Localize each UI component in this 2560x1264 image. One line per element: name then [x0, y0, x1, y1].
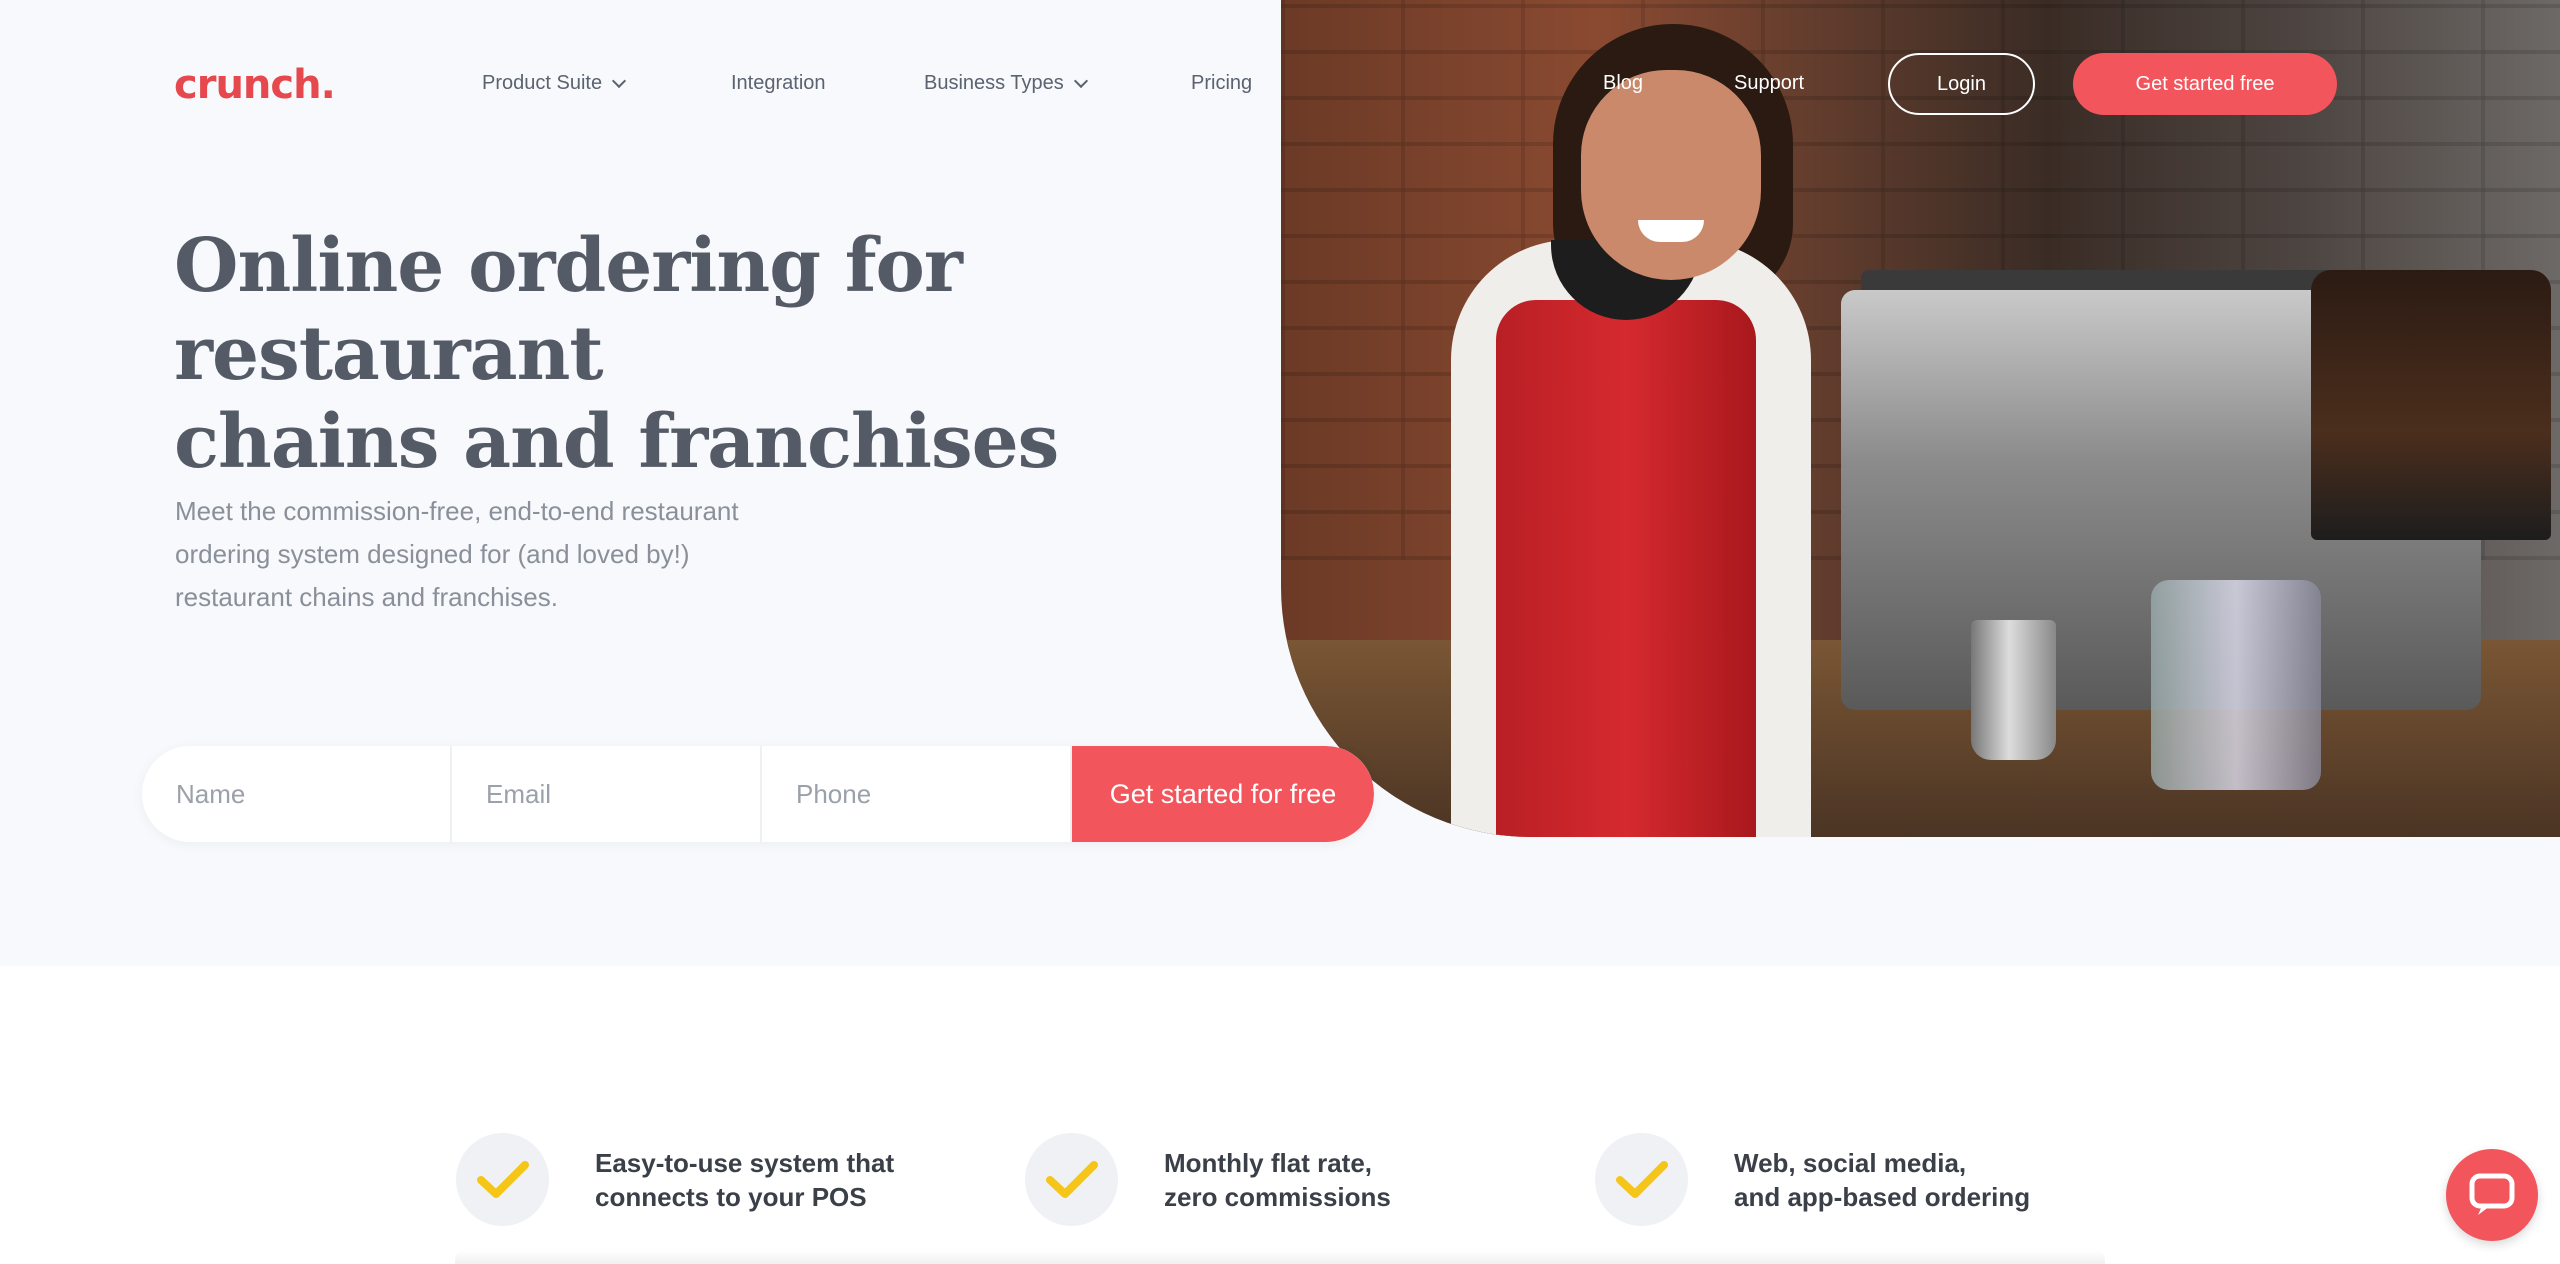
check-icon [1615, 1160, 1668, 1198]
feature-text: Easy-to-use system that connects to your… [595, 1146, 1015, 1214]
phone-input[interactable] [796, 778, 1070, 810]
feature-item: Web, social media, and app-based orderin… [1595, 1133, 2154, 1226]
hero-subtext: Meet the commission-free, end-to-end res… [175, 490, 775, 619]
milk-pitcher [1971, 620, 2056, 760]
logo[interactable]: crunch. [174, 62, 336, 108]
email-field-wrapper [452, 746, 762, 842]
name-input[interactable] [176, 778, 450, 810]
nav-integration[interactable]: Integration [731, 72, 826, 95]
nav-label: Integration [731, 72, 826, 94]
feature-line: Web, social media, [1734, 1147, 1967, 1178]
nav-label: Blog [1603, 72, 1644, 94]
headline-line: chains and franchises [174, 399, 1059, 485]
nav-label: Pricing [1191, 72, 1253, 94]
feature-item: Monthly flat rate, zero commissions [1025, 1133, 1584, 1226]
next-section-edge [455, 1250, 2105, 1264]
phone-field-wrapper [762, 746, 1072, 842]
subtext-line: restaurant chains and franchises. [175, 582, 558, 612]
subtext-line: Meet the commission-free, end-to-end res… [175, 496, 739, 526]
feature-line: Monthly flat rate, [1164, 1147, 1373, 1178]
subtext-line: ordering system designed for (and loved … [175, 539, 690, 569]
get-started-button[interactable]: Get started free [2073, 53, 2337, 115]
feature-item: Easy-to-use system that connects to your… [456, 1133, 1015, 1226]
check-icon-circle [456, 1133, 549, 1226]
nav-blog[interactable]: Blog [1603, 72, 1643, 95]
feature-line: connects to your POS [595, 1181, 867, 1212]
feature-text: Monthly flat rate, zero commissions [1164, 1146, 1584, 1214]
chevron-down-icon [612, 73, 627, 88]
nav-label: Product Suite [482, 72, 603, 94]
chat-button[interactable] [2446, 1149, 2538, 1241]
feature-line: Easy-to-use system that [595, 1147, 895, 1178]
feature-line: and app-based ordering [1734, 1181, 2031, 1212]
hero-headline: Online ordering for restaurant chains an… [174, 222, 1254, 486]
submit-button[interactable]: Get started for free [1072, 746, 1374, 842]
check-icon [1045, 1160, 1098, 1198]
nav-business-types[interactable]: Business Types [924, 72, 1088, 95]
login-button[interactable]: Login [1888, 53, 2035, 115]
feature-text: Web, social media, and app-based orderin… [1734, 1146, 2154, 1214]
nav-support[interactable]: Support [1734, 72, 1804, 95]
nav-label: Support [1734, 72, 1805, 94]
nav-pricing[interactable]: Pricing [1191, 72, 1252, 95]
email-input[interactable] [486, 778, 760, 810]
chevron-down-icon [1073, 73, 1088, 88]
headline-line: Online ordering for restaurant [174, 223, 963, 397]
feature-line: zero commissions [1164, 1181, 1391, 1212]
signup-form: Get started for free [142, 746, 1374, 842]
name-field-wrapper [142, 746, 452, 842]
check-icon [476, 1160, 529, 1198]
barista-face [1581, 70, 1761, 280]
hero-photo [1281, 0, 2560, 837]
chat-icon [2469, 1173, 2515, 1215]
check-icon-circle [1025, 1133, 1118, 1226]
nav-product-suite[interactable]: Product Suite [482, 72, 627, 95]
check-icon-circle [1595, 1133, 1688, 1226]
nav-label: Business Types [924, 72, 1064, 94]
coffee-grinder [2311, 270, 2551, 540]
